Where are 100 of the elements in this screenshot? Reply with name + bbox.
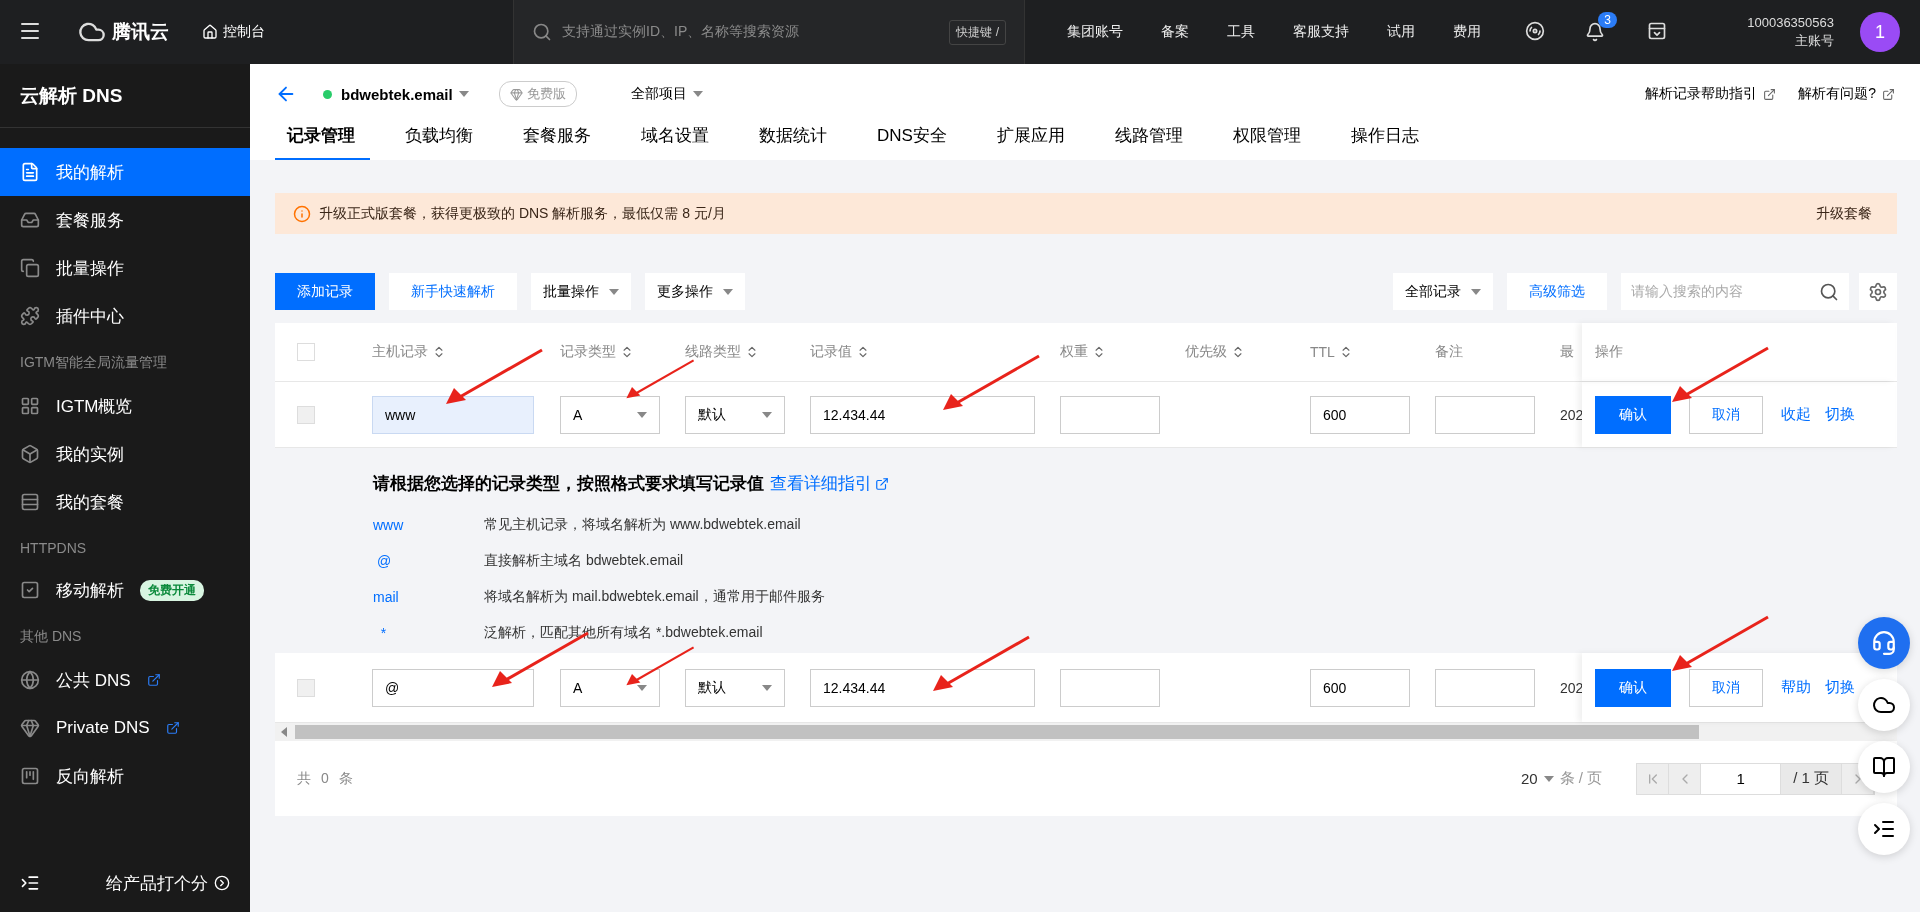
caret-icon: [692, 91, 703, 97]
sidebar-heading: IGTM智能全局流量管理: [19, 353, 168, 372]
table-cell: 202: [1560, 406, 1582, 423]
sidebar-label: 套餐服务: [56, 209, 124, 232]
advanced-filter-button[interactable]: 高级筛选: [1507, 273, 1607, 310]
note-field[interactable]: [1435, 395, 1535, 434]
tab[interactable]: 操作日志: [1335, 124, 1434, 160]
record-filter-dropdown[interactable]: 全部记录: [1393, 273, 1493, 310]
prev-page-button[interactable]: [1669, 763, 1702, 794]
quick-setup-button[interactable]: 新手快速解析: [389, 273, 517, 310]
copy-icon: [20, 258, 40, 278]
weight-field[interactable]: [1060, 668, 1160, 707]
column-header: 记录类型: [560, 343, 634, 361]
external-link-icon: [1882, 87, 1895, 101]
console-link[interactable]: 控制台: [202, 23, 265, 41]
tab[interactable]: 负载均衡: [390, 124, 488, 160]
search-icon: [1819, 281, 1839, 302]
sidebar-item[interactable]: 公共 DNS: [0, 656, 250, 704]
sidebar-item[interactable]: 批量操作: [0, 244, 250, 292]
shortcut-key: 快捷键 /: [949, 19, 1006, 45]
caret-icon: [762, 684, 772, 691]
tab[interactable]: 套餐服务: [508, 124, 606, 160]
sidebar-item[interactable]: 套餐服务: [0, 196, 250, 244]
tab[interactable]: 扩展应用: [981, 124, 1080, 160]
sidebar-item[interactable]: 反向解析: [0, 752, 250, 800]
domain-selector[interactable]: bdwebtek.email: [341, 85, 469, 103]
more-dropdown[interactable]: 更多操作: [645, 273, 745, 310]
tab[interactable]: 记录管理: [275, 124, 370, 160]
sidebar-label: 我的实例: [56, 443, 124, 466]
caret-icon: [1471, 288, 1481, 295]
sidebar-item[interactable]: 移动解析 免费开通: [0, 566, 250, 614]
outline-button[interactable]: [1858, 803, 1910, 855]
page-size-select[interactable]: 20 条 / 页: [1520, 769, 1603, 788]
sidebar-label: 公共 DNS: [56, 669, 131, 692]
help-link[interactable]: 解析有问题?: [1798, 85, 1895, 103]
diamond-icon: [509, 87, 523, 101]
select-all-checkbox[interactable]: [297, 343, 315, 361]
plan-tag: 免费版: [498, 81, 577, 107]
sidebar-item[interactable]: 插件中心: [0, 292, 250, 340]
note-field[interactable]: [1435, 668, 1535, 707]
column-header: 操作: [1595, 343, 1623, 361]
sidebar-label: 我的解析: [56, 161, 124, 184]
tab[interactable]: DNS安全: [862, 124, 962, 160]
caret-icon: [609, 288, 619, 295]
caret-icon: [458, 91, 469, 97]
notification-count: 3: [1598, 12, 1617, 28]
gear-icon: [1868, 281, 1888, 302]
column-header: 主机记录: [372, 343, 446, 361]
batch-dropdown[interactable]: 批量操作: [531, 273, 631, 310]
column-header: 线路类型: [685, 343, 759, 361]
top-menu-item[interactable]: 工具: [1227, 23, 1255, 41]
sidebar-item[interactable]: 我的套餐: [0, 478, 250, 526]
guide-host: @: [375, 553, 393, 569]
top-menu-item[interactable]: 试用: [1387, 23, 1415, 41]
sidebar-label: 反向解析: [56, 765, 124, 788]
banner-text: 升级正式版套餐，获得更极致的 DNS 解析服务，最低仅需 8 元/月: [319, 204, 726, 223]
sidebar-heading: HTTPDNS: [19, 539, 88, 558]
sidebar-item[interactable]: 我的实例: [0, 430, 250, 478]
top-menu-item[interactable]: 集团账号: [1067, 23, 1123, 41]
top-menu-item[interactable]: 客服支持: [1293, 23, 1349, 41]
info-icon: [293, 204, 311, 223]
home-icon: [202, 24, 218, 40]
tab[interactable]: 权限管理: [1217, 124, 1316, 160]
sidebar-item[interactable]: 我的解析: [0, 148, 250, 196]
guide-link[interactable]: 查看详细指引: [770, 472, 889, 495]
chevron-circle-icon: [214, 875, 230, 891]
column-header: 权重: [1060, 343, 1106, 361]
guide-description: 直接解析主域名 bdwebtek.email: [484, 552, 684, 570]
global-search-field[interactable]: 支持通过实例ID、IP、名称等搜索资源 快捷键 /: [513, 0, 1025, 64]
sidebar-item[interactable]: IGTM概览: [0, 382, 250, 430]
caret-icon: [281, 727, 287, 737]
settings-button[interactable]: [1859, 273, 1897, 310]
guide-host: *: [379, 625, 388, 641]
weight-field[interactable]: [1060, 395, 1160, 434]
book-icon: [1872, 755, 1896, 779]
column-header: 优先级: [1185, 343, 1245, 361]
caret-icon: [1543, 775, 1554, 782]
sidebar-heading: 其他 DNS: [19, 627, 83, 646]
sidebar-item[interactable]: Private DNS: [0, 704, 250, 752]
horizontal-scrollbar[interactable]: [275, 723, 1897, 741]
status-dot: [323, 89, 332, 99]
feedback-link[interactable]: 给产品打个分: [0, 854, 250, 912]
help-link[interactable]: 解析记录帮助指引: [1645, 85, 1777, 103]
sidebar-label: Private DNS: [56, 718, 150, 738]
caret-icon: [762, 411, 772, 418]
first-page-button[interactable]: [1637, 763, 1670, 794]
tab[interactable]: 数据统计: [744, 124, 842, 160]
tab[interactable]: 域名设置: [626, 124, 724, 160]
page-input[interactable]: 1: [1701, 763, 1782, 794]
headset-icon: [1871, 630, 1897, 656]
add-record-button[interactable]: 添加记录: [275, 273, 375, 310]
globe-icon: [20, 670, 40, 690]
tab[interactable]: 线路管理: [1099, 124, 1198, 160]
top-menu-item[interactable]: 费用: [1453, 23, 1481, 41]
upgrade-link[interactable]: 升级套餐: [1816, 204, 1872, 223]
column-header: 记录值: [810, 343, 870, 361]
top-menu-item[interactable]: 备案: [1161, 23, 1189, 41]
grid-icon: [20, 396, 40, 416]
project-selector[interactable]: 全部项目: [630, 85, 703, 103]
user-avatar[interactable]: 1: [1860, 12, 1900, 52]
